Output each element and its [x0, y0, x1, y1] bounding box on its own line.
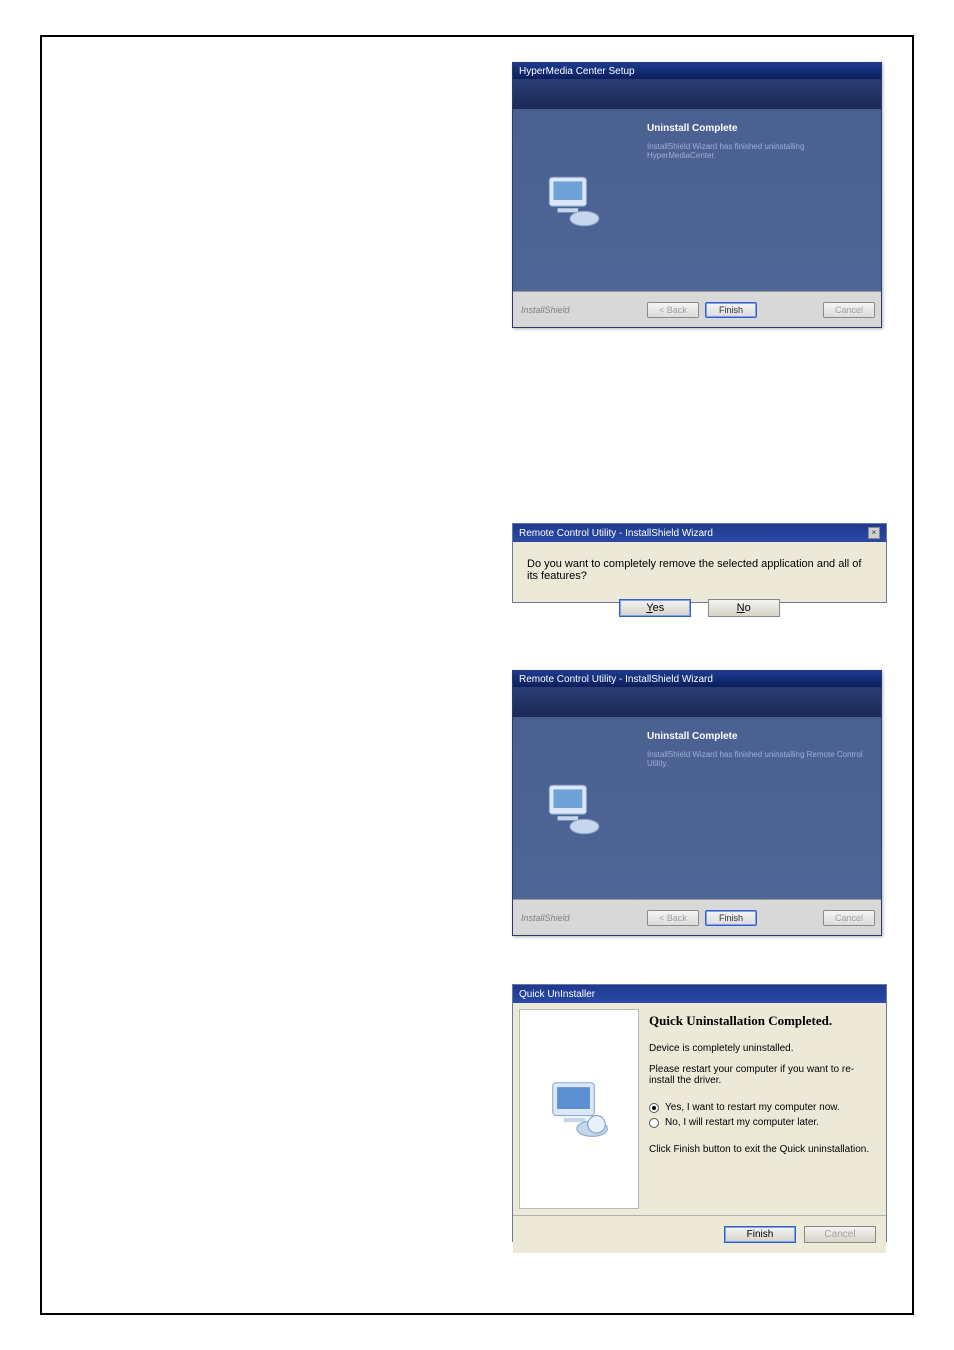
- dialog-message: Do you want to completely remove the sel…: [513, 542, 886, 592]
- window-title: Quick UnInstaller: [519, 989, 595, 1000]
- computer-icon: [544, 1074, 614, 1144]
- cancel-button: Cancel: [823, 910, 875, 926]
- wizard-graphic: [519, 1009, 639, 1209]
- back-button: < Back: [647, 910, 699, 926]
- wizard-heading: Uninstall Complete: [647, 731, 865, 742]
- computer-icon: [539, 167, 605, 233]
- quick-line-1: Device is completely uninstalled.: [649, 1043, 874, 1054]
- installshield-brand: InstallShield: [521, 305, 570, 315]
- dialog-titlebar: Remote Control Utility - InstallShield W…: [513, 524, 886, 542]
- finish-button[interactable]: Finish: [705, 302, 757, 318]
- cancel-button: Cancel: [823, 302, 875, 318]
- hypermedia-setup-window: HyperMedia Center Setup Uninstall Comple…: [512, 62, 882, 328]
- radio-icon: [649, 1118, 659, 1128]
- quick-line-2: Please restart your computer if you want…: [649, 1064, 874, 1086]
- back-button: < Back: [647, 302, 699, 318]
- wizard-subtext: InstallShield Wizard has finished uninst…: [647, 142, 865, 160]
- remote-utility-window: Remote Control Utility - InstallShield W…: [512, 670, 882, 936]
- wizard-heading: Uninstall Complete: [647, 123, 865, 134]
- quick-uninstaller-window: Quick UnInstaller Quick Uninstallation C…: [512, 984, 887, 1242]
- window-title: Remote Control Utility - InstallShield W…: [519, 674, 713, 685]
- yes-button[interactable]: Yes: [619, 599, 691, 617]
- dialog-title: Remote Control Utility - InstallShield W…: [519, 528, 713, 539]
- computer-icon: [539, 775, 605, 841]
- option-label: Yes, I want to restart my computer now.: [665, 1102, 840, 1113]
- window-title: HyperMedia Center Setup: [519, 66, 635, 77]
- no-button[interactable]: No: [708, 599, 780, 617]
- cancel-button: Cancel: [804, 1226, 876, 1243]
- confirm-remove-dialog: Remote Control Utility - InstallShield W…: [512, 523, 887, 603]
- installshield-brand: InstallShield: [521, 913, 570, 923]
- finish-button[interactable]: Finish: [724, 1226, 796, 1243]
- window-titlebar: Quick UnInstaller: [513, 985, 886, 1003]
- window-titlebar: Remote Control Utility - InstallShield W…: [513, 671, 881, 687]
- close-icon[interactable]: ×: [868, 527, 880, 539]
- finish-button[interactable]: Finish: [705, 910, 757, 926]
- quick-heading: Quick Uninstallation Completed.: [649, 1013, 874, 1029]
- wizard-graphic: [513, 109, 631, 291]
- restart-now-option[interactable]: Yes, I want to restart my computer now.: [649, 1102, 874, 1113]
- window-titlebar: HyperMedia Center Setup: [513, 63, 881, 79]
- wizard-subtext: InstallShield Wizard has finished uninst…: [647, 750, 865, 768]
- wizard-graphic: [513, 717, 631, 899]
- restart-later-option[interactable]: No, I will restart my computer later.: [649, 1117, 874, 1128]
- quick-line-3: Click Finish button to exit the Quick un…: [649, 1144, 874, 1155]
- option-label: No, I will restart my computer later.: [665, 1117, 819, 1128]
- radio-icon: [649, 1103, 659, 1113]
